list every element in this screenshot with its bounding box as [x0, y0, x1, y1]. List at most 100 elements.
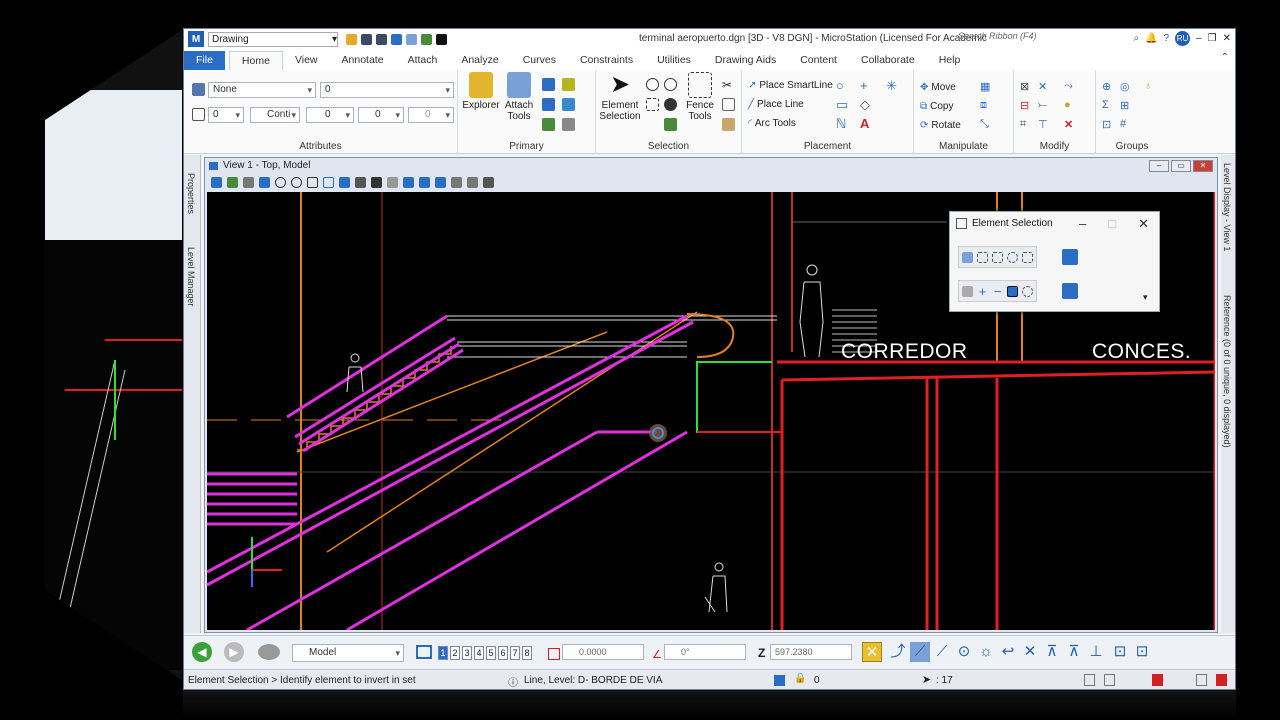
- forward-icon[interactable]: ▶: [224, 642, 244, 662]
- select-none-icon[interactable]: [646, 98, 659, 111]
- brightness-icon[interactable]: [243, 176, 254, 188]
- tab-home[interactable]: Home: [228, 51, 283, 70]
- save-icon[interactable]: [346, 33, 357, 45]
- scale-icon[interactable]: ⤡: [980, 118, 989, 131]
- redo-icon[interactable]: [406, 33, 417, 45]
- snap-parallel-icon[interactable]: ⊼: [1064, 642, 1084, 662]
- point-icon[interactable]: +: [860, 78, 868, 93]
- camera-icon[interactable]: [435, 176, 446, 188]
- reference-tab[interactable]: Reference (0 of 0 unique, 0 displayed): [1222, 295, 1232, 525]
- references-icon[interactable]: [542, 98, 555, 111]
- cursor-icon[interactable]: [436, 33, 447, 45]
- status-graphics-icon[interactable]: [774, 675, 785, 686]
- tab-attach[interactable]: Attach: [396, 51, 450, 70]
- search-icon[interactable]: ⌕: [1133, 33, 1139, 44]
- place-smartline-button[interactable]: ↗ Place SmartLine: [748, 80, 833, 91]
- fit-view-icon[interactable]: [323, 176, 334, 188]
- level-manager-tab[interactable]: Level Manager: [186, 247, 196, 307]
- clear-selection-icon[interactable]: [1062, 249, 1078, 265]
- mode-new-icon[interactable]: [962, 285, 973, 297]
- display-style-icon[interactable]: [227, 176, 238, 188]
- workflow-dropdown[interactable]: Drawing ▾: [208, 31, 338, 47]
- individual-method-icon[interactable]: [962, 251, 973, 263]
- polygon-icon[interactable]: ◇: [860, 97, 870, 113]
- group-icon[interactable]: ⊕: [1102, 80, 1111, 93]
- trim-icon[interactable]: ⊟: [1020, 99, 1029, 112]
- view-attributes-icon[interactable]: [211, 176, 222, 188]
- search-ribbon-input[interactable]: Search Ribbon (F4): [958, 31, 1088, 46]
- break-icon[interactable]: ✕: [1038, 80, 1047, 93]
- chamfer-icon[interactable]: ●: [1064, 99, 1071, 111]
- select-by-attr-icon[interactable]: [646, 78, 659, 91]
- cut-icon[interactable]: ✂: [722, 78, 735, 92]
- weight-dropdown[interactable]: 0: [208, 107, 244, 123]
- clip-mask-icon[interactable]: [467, 176, 478, 188]
- fence-tools-button[interactable]: Fence Tools: [682, 72, 718, 122]
- key-icon[interactable]: [421, 33, 432, 45]
- mode-add-icon[interactable]: +: [977, 285, 988, 298]
- view-number-3[interactable]: 3: [462, 646, 472, 660]
- close-icon[interactable]: ✕: [1223, 33, 1231, 44]
- tab-constraints[interactable]: Constraints: [568, 51, 645, 70]
- clip-volume-icon[interactable]: [259, 176, 270, 188]
- dialog-icon[interactable]: [1196, 674, 1207, 686]
- snap-through-icon[interactable]: ⊥: [1086, 642, 1106, 662]
- zoom-in-icon[interactable]: [275, 176, 286, 188]
- rectangle-icon[interactable]: ▭: [836, 97, 848, 113]
- notification-icon[interactable]: 🔔: [1145, 33, 1157, 44]
- partial-delete-icon[interactable]: ⌗: [1020, 118, 1026, 131]
- cell-icon[interactable]: ✳: [886, 78, 897, 94]
- line-style-dropdown[interactable]: Conti: [250, 107, 300, 123]
- mode-invert-icon[interactable]: [1007, 285, 1018, 297]
- dialog-minimize-icon[interactable]: –: [1079, 212, 1086, 236]
- snap-perpendicular-icon[interactable]: ⊼: [1042, 642, 1062, 662]
- arc-tools-button[interactable]: ◜ Arc Tools: [748, 118, 796, 129]
- properties-tab[interactable]: Properties: [186, 173, 196, 214]
- display-icon[interactable]: [562, 98, 575, 111]
- place-line-button[interactable]: ╱ Place Line: [748, 99, 804, 110]
- dialog-maximize-icon[interactable]: □: [1108, 212, 1116, 236]
- curve-icon[interactable]: ℕ: [836, 116, 846, 132]
- snap-origin-icon[interactable]: ☼: [976, 642, 996, 662]
- models-icon[interactable]: [542, 78, 555, 91]
- circle-icon[interactable]: ○: [836, 78, 844, 93]
- compress-icon[interactable]: [376, 33, 387, 45]
- named-group-icon[interactable]: ⊞: [1120, 99, 1129, 112]
- create-region-icon[interactable]: ⊡: [1102, 118, 1111, 131]
- view-number-8[interactable]: 8: [522, 646, 532, 660]
- view-next-icon[interactable]: [387, 176, 398, 188]
- snap-toggle-icon[interactable]: ✕: [862, 642, 882, 662]
- tab-help[interactable]: Help: [927, 51, 973, 70]
- paste-icon[interactable]: [722, 118, 735, 131]
- restore-icon[interactable]: ❐: [1208, 33, 1217, 44]
- line-method-icon[interactable]: [1022, 251, 1033, 263]
- split-icon[interactable]: ⊤: [1038, 118, 1048, 131]
- undo-icon[interactable]: [391, 33, 402, 45]
- window-area-icon[interactable]: [307, 176, 318, 188]
- view-number-4[interactable]: 4: [474, 646, 484, 660]
- view-number-7[interactable]: 7: [510, 646, 520, 660]
- snap-nearest-icon[interactable]: ⟋: [910, 642, 930, 662]
- minimize-icon[interactable]: –: [1196, 33, 1202, 44]
- collapse-ribbon-icon[interactable]: ⌃: [1221, 52, 1229, 63]
- snap-keypoint-icon[interactable]: ⤴: [888, 642, 908, 662]
- line-weight-dropdown[interactable]: 0: [306, 107, 354, 123]
- shape-method-icon[interactable]: [992, 251, 1003, 263]
- tab-content[interactable]: Content: [788, 51, 849, 70]
- level-dropdown[interactable]: None: [208, 82, 316, 98]
- rotate-button[interactable]: ⟳ Rotate: [920, 120, 961, 131]
- block-method-icon[interactable]: [977, 251, 988, 263]
- view-previous-icon[interactable]: [371, 176, 382, 188]
- walk-icon[interactable]: [419, 176, 430, 188]
- tab-drawing-aids[interactable]: Drawing Aids: [703, 51, 788, 70]
- settings-icon[interactable]: [542, 118, 555, 131]
- fillet-icon[interactable]: ⤳: [1064, 80, 1073, 93]
- element-selection-button[interactable]: ➤ Element Selection: [598, 72, 642, 123]
- text-icon[interactable]: A: [860, 116, 869, 131]
- zoom-out-icon[interactable]: [291, 176, 302, 188]
- array-icon[interactable]: ▦: [980, 80, 990, 93]
- views-icon[interactable]: [483, 176, 494, 188]
- model-icon[interactable]: [258, 644, 280, 660]
- view-number-2[interactable]: 2: [450, 646, 460, 660]
- select-all-icon[interactable]: [664, 78, 677, 91]
